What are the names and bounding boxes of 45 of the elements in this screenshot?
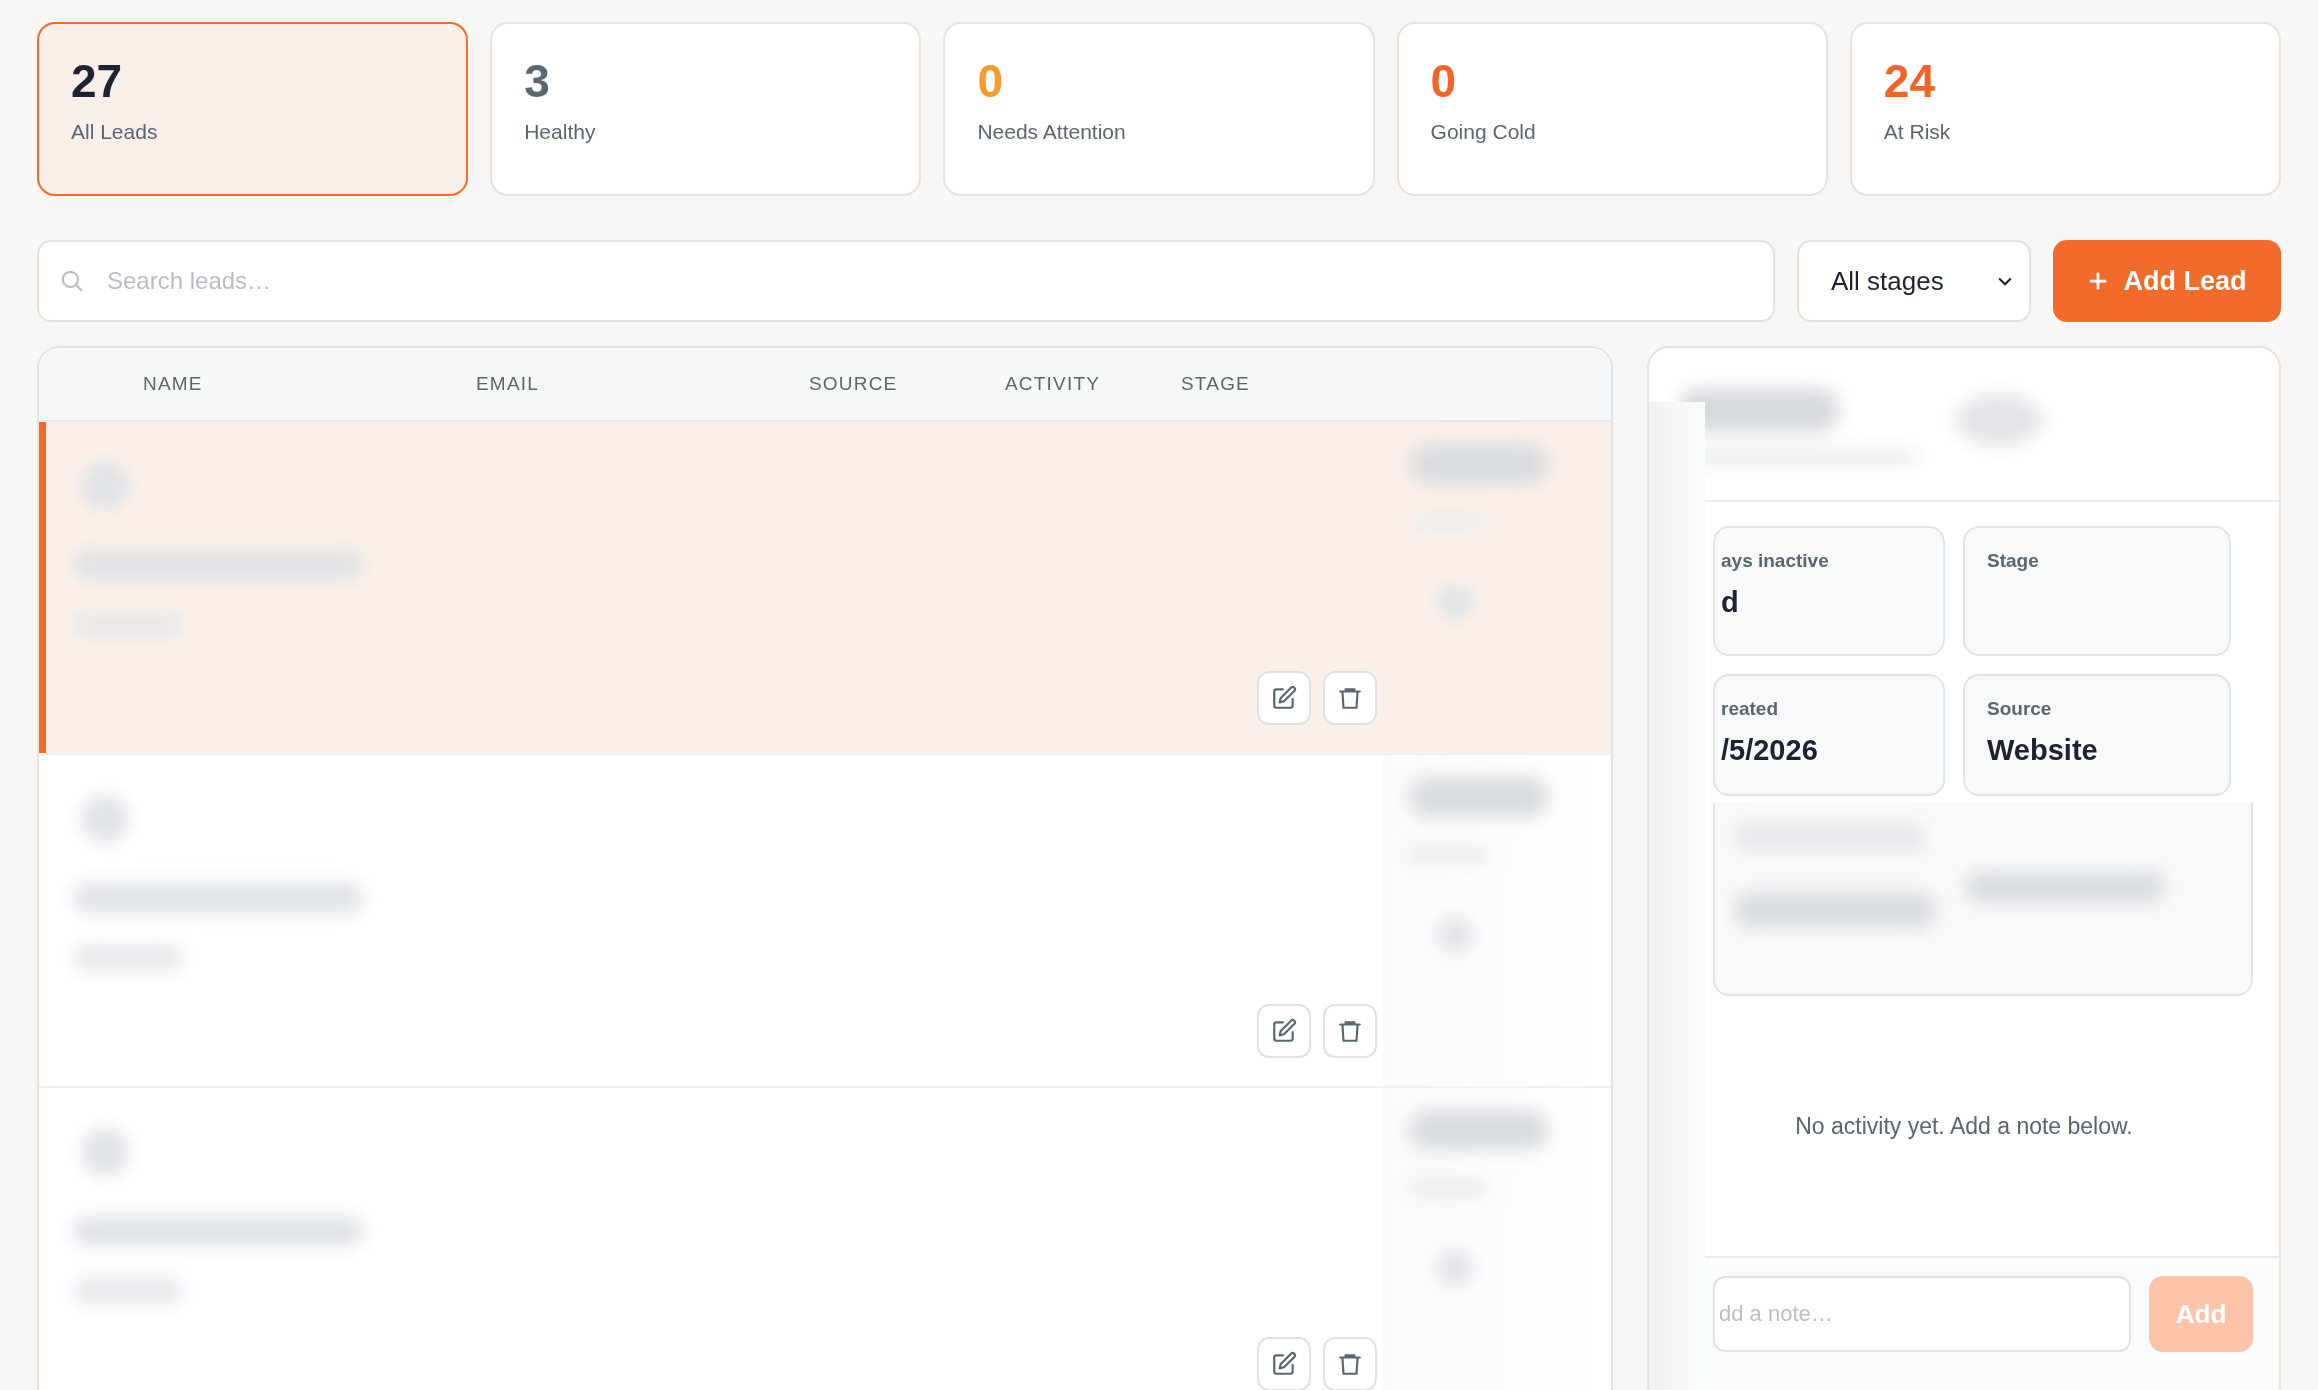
note-field[interactable]: dd a note… — [1713, 1276, 2131, 1352]
stat-value: 3 — [524, 58, 550, 104]
stat-card[interactable]: 27 All Leads — [37, 22, 469, 196]
stat-label: Needs Attention — [977, 120, 1126, 144]
edit-button[interactable] — [1257, 1004, 1311, 1058]
stat-value: 27 — [71, 58, 123, 104]
stat-value: 0 — [1430, 58, 1457, 104]
stat-value: 24 — [1883, 58, 1935, 104]
column-header: ACTIVITY — [1005, 373, 1101, 395]
delete-button[interactable] — [1323, 1004, 1377, 1058]
edit-button[interactable] — [1257, 671, 1311, 725]
column-header: SOURCE — [809, 373, 898, 395]
edit-icon — [1271, 1018, 1297, 1044]
stat-card[interactable]: 24 At Risk — [1849, 22, 2281, 196]
trash-icon — [1337, 685, 1363, 711]
trash-icon — [1337, 1351, 1363, 1377]
search-field[interactable]: Search leads… — [37, 240, 1775, 322]
info-value: /5/2026 — [1721, 734, 1818, 767]
stat-card[interactable]: 3 Healthy — [490, 22, 922, 196]
edit-icon — [1271, 1351, 1297, 1377]
info-value: Website — [1987, 734, 2098, 767]
stat-label: Healthy — [524, 120, 596, 144]
stat-card[interactable]: 0 Going Cold — [1396, 22, 1828, 196]
stat-label: Going Cold — [1430, 120, 1536, 144]
empty-activity-message: No activity yet. Add a note below. — [1795, 1112, 2133, 1140]
stat-label: All Leads — [71, 120, 158, 144]
delete-button[interactable] — [1323, 671, 1377, 725]
edit-icon — [1271, 685, 1297, 711]
column-header: NAME — [143, 373, 203, 395]
info-label: ays inactive — [1721, 550, 1829, 572]
add-lead-button[interactable]: Add Lead — [2053, 240, 2281, 322]
column-header: STAGE — [1181, 373, 1250, 395]
delete-button[interactable] — [1323, 1337, 1377, 1390]
stage-dropdown[interactable]: All stages — [1797, 240, 2031, 322]
stat-card[interactable]: 0 Needs Attention — [943, 22, 1375, 196]
info-label: Source — [1987, 698, 2052, 720]
search-icon — [59, 268, 85, 294]
info-label: Stage — [1987, 550, 2039, 572]
info-label: reated — [1721, 698, 1779, 720]
trash-icon — [1337, 1018, 1363, 1044]
stat-value: 0 — [977, 58, 1003, 104]
stat-label: At Risk — [1883, 120, 1951, 144]
edit-button[interactable] — [1257, 1337, 1311, 1390]
info-value: d — [1721, 586, 1739, 619]
column-header: EMAIL — [476, 373, 540, 395]
